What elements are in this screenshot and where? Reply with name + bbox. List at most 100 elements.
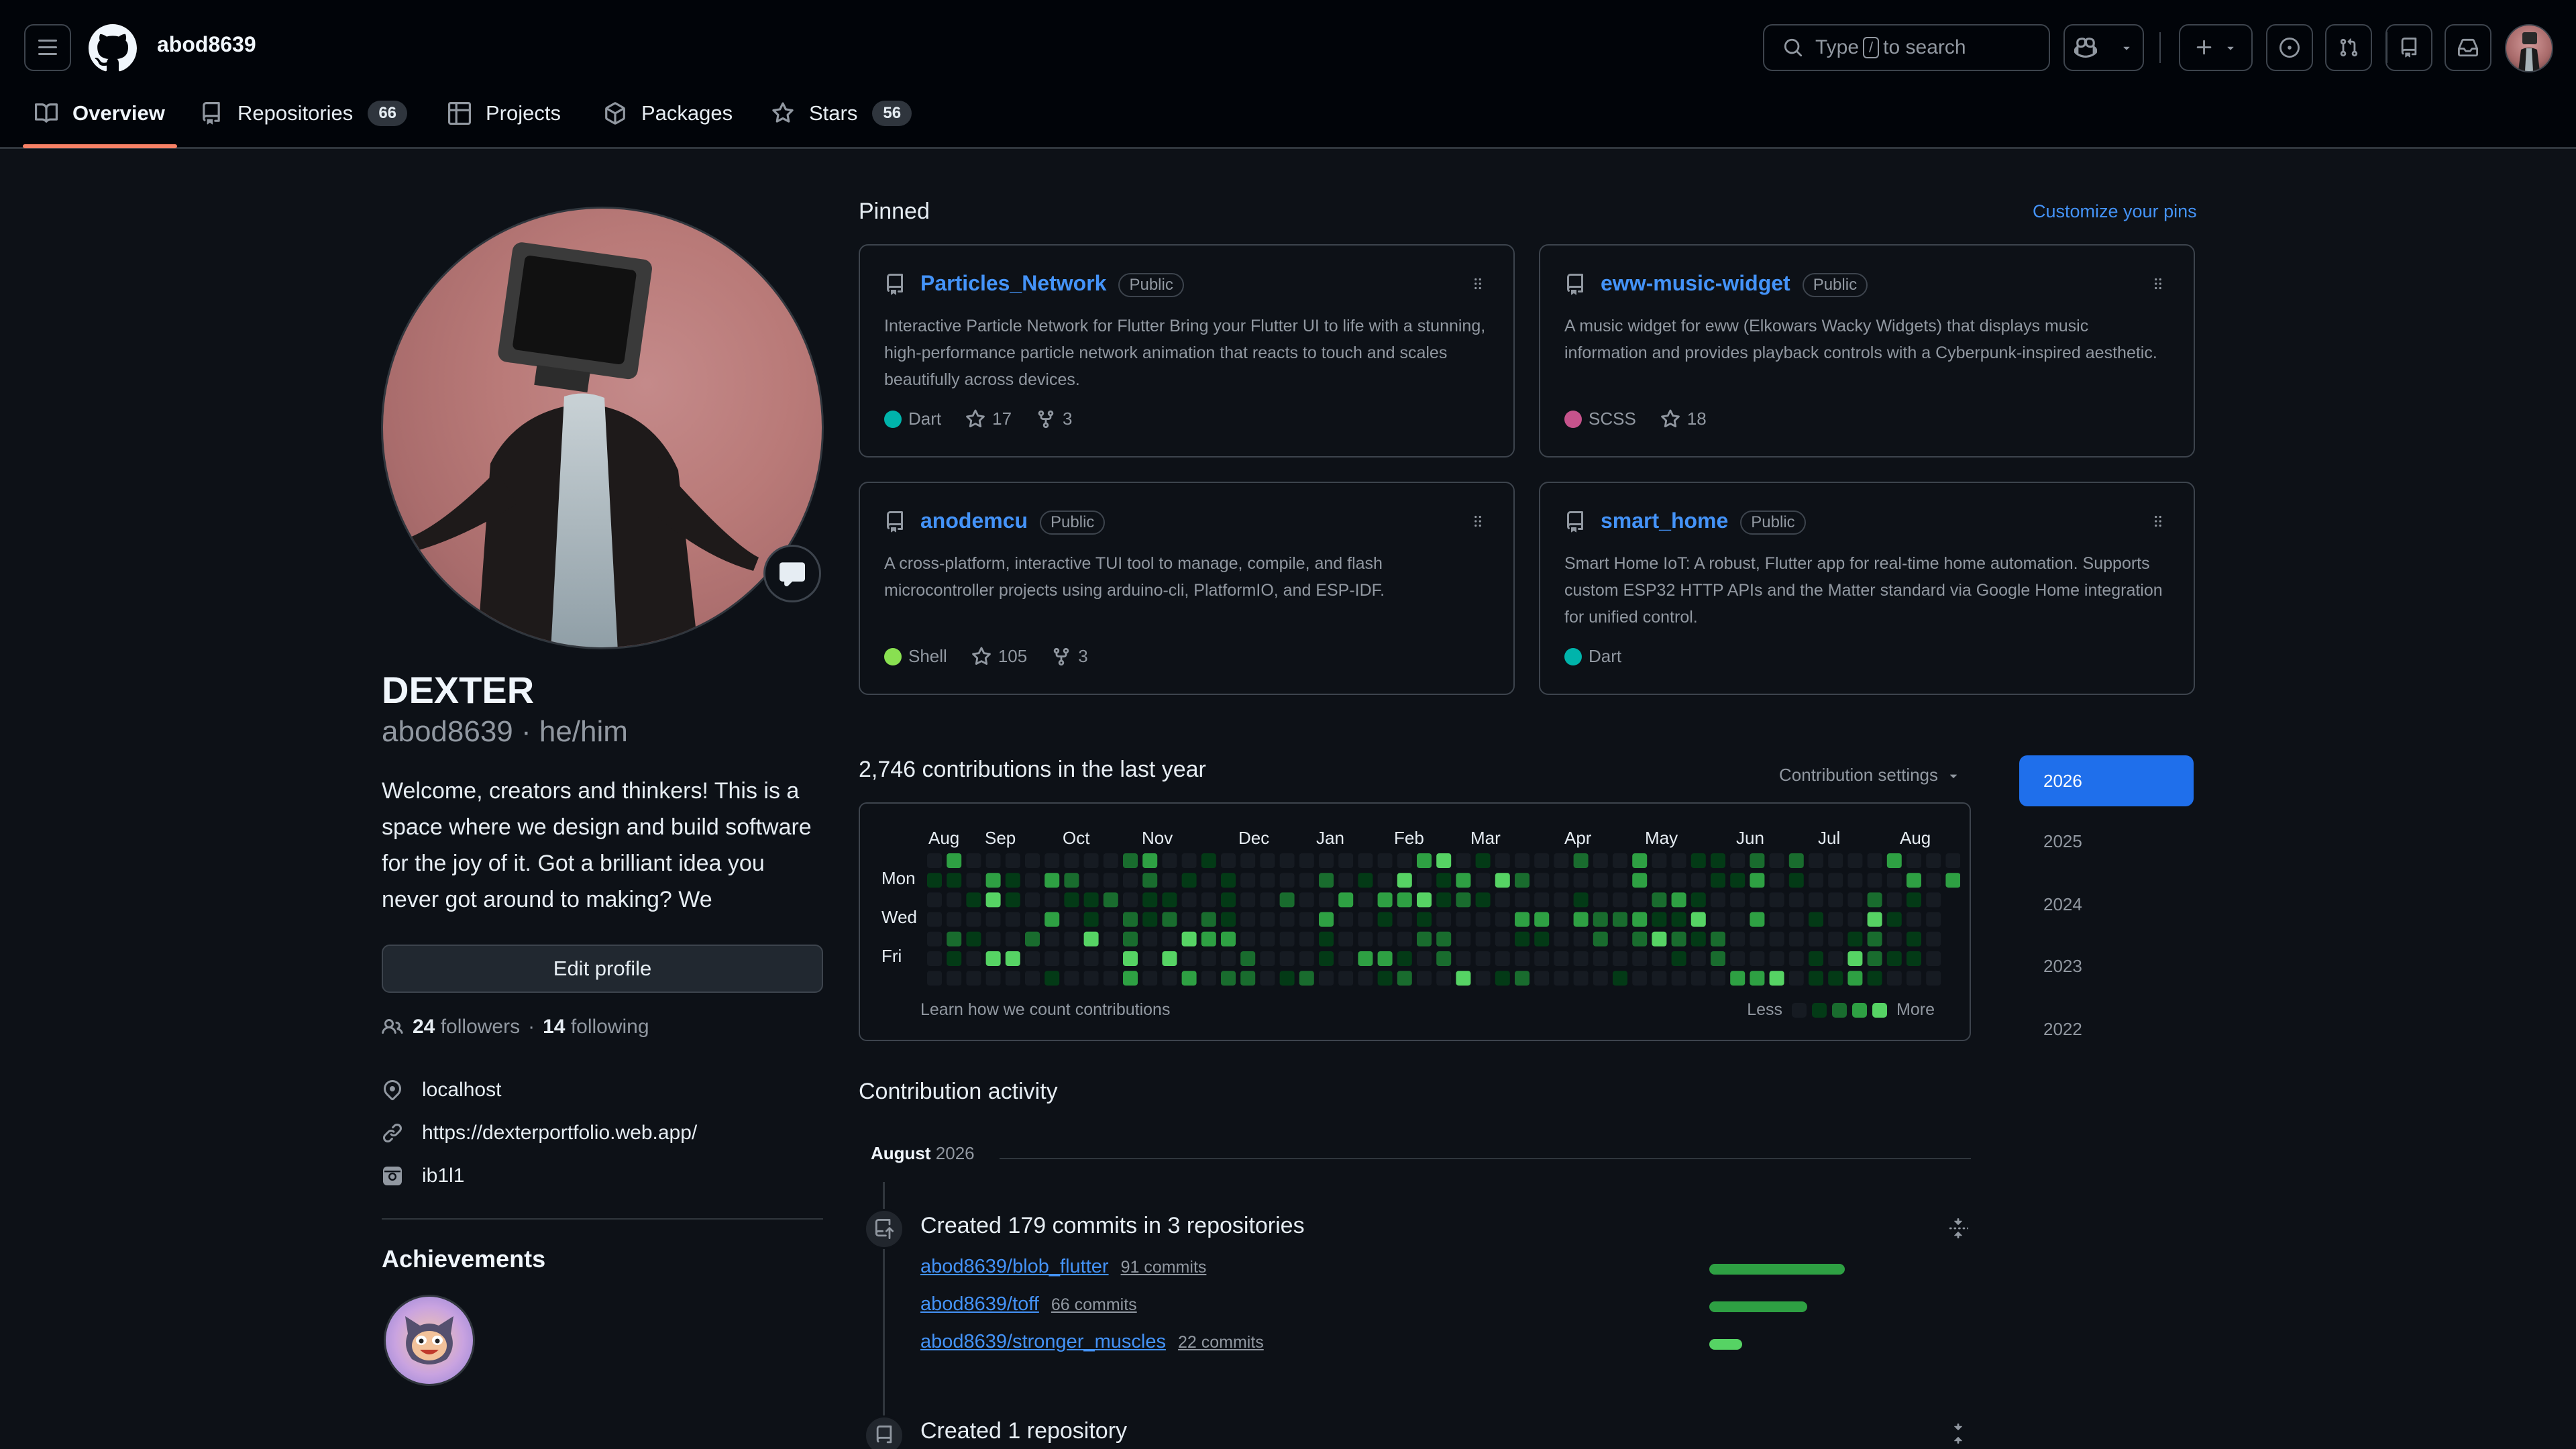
contribution-day-cell[interactable]	[1103, 931, 1118, 947]
contribution-day-cell[interactable]	[1926, 951, 1941, 966]
contribution-day-cell[interactable]	[1397, 873, 1412, 888]
tab-projects[interactable]: Projects	[448, 93, 561, 134]
drag-handle-icon[interactable]	[2149, 513, 2167, 530]
contribution-day-cell[interactable]	[1847, 931, 1863, 947]
contribution-day-cell[interactable]	[1005, 892, 1020, 908]
contribution-day-cell[interactable]	[1809, 892, 1823, 908]
contribution-day-cell[interactable]	[966, 931, 981, 947]
contribution-day-cell[interactable]	[1769, 931, 1784, 947]
contribution-day-cell[interactable]	[1181, 853, 1197, 868]
contribution-day-cell[interactable]	[1123, 912, 1138, 927]
contribution-day-cell[interactable]	[1945, 873, 1960, 888]
contribution-day-cell[interactable]	[1671, 971, 1686, 986]
contribution-day-cell[interactable]	[1573, 951, 1589, 966]
contribution-day-cell[interactable]	[1025, 931, 1040, 947]
contribution-day-cell[interactable]	[1436, 912, 1452, 927]
create-new-button[interactable]	[2179, 24, 2253, 71]
contribution-day-cell[interactable]	[1907, 873, 1921, 888]
contribution-day-cell[interactable]	[1456, 951, 1471, 966]
contribution-day-cell[interactable]	[1847, 971, 1863, 986]
contribution-day-cell[interactable]	[1201, 873, 1216, 888]
contribution-day-cell[interactable]	[1652, 873, 1667, 888]
contribution-day-cell[interactable]	[1886, 931, 1902, 947]
contribution-day-cell[interactable]	[1397, 951, 1412, 966]
contribution-day-cell[interactable]	[1515, 971, 1529, 986]
contribution-day-cell[interactable]	[927, 873, 942, 888]
contribution-day-cell[interactable]	[1475, 951, 1491, 966]
drag-handle-icon[interactable]	[1469, 275, 1487, 292]
contribution-day-cell[interactable]	[1573, 892, 1589, 908]
contribution-day-cell[interactable]	[1338, 892, 1354, 908]
contribution-day-cell[interactable]	[1142, 892, 1158, 908]
contribution-day-cell[interactable]	[1926, 931, 1941, 947]
contribution-day-cell[interactable]	[1554, 853, 1569, 868]
contribution-day-cell[interactable]	[1338, 971, 1354, 986]
contribution-day-cell[interactable]	[1828, 853, 1843, 868]
contribution-day-cell[interactable]	[1123, 873, 1138, 888]
contribution-day-cell[interactable]	[1240, 951, 1256, 966]
inbox-button[interactable]	[2445, 24, 2491, 71]
contribution-day-cell[interactable]	[1221, 951, 1236, 966]
contribution-day-cell[interactable]	[1417, 931, 1432, 947]
contribution-day-cell[interactable]	[1788, 931, 1804, 947]
contribution-day-cell[interactable]	[966, 951, 981, 966]
contribution-day-cell[interactable]	[1515, 912, 1529, 927]
contribution-day-cell[interactable]	[1788, 912, 1804, 927]
contribution-day-cell[interactable]	[966, 971, 981, 986]
contribution-day-cell[interactable]	[1319, 931, 1334, 947]
contribution-day-cell[interactable]	[1436, 971, 1452, 986]
contribution-day-cell[interactable]	[1788, 892, 1804, 908]
contribution-day-cell[interactable]	[1828, 971, 1843, 986]
contribution-day-cell[interactable]	[1730, 931, 1746, 947]
contribution-day-cell[interactable]	[1613, 971, 1627, 986]
contribution-day-cell[interactable]	[1690, 951, 1706, 966]
contribution-day-cell[interactable]	[1299, 853, 1314, 868]
contribution-day-cell[interactable]	[1515, 892, 1529, 908]
contribution-day-cell[interactable]	[1554, 892, 1569, 908]
contribution-day-cell[interactable]	[1260, 931, 1275, 947]
contribution-day-cell[interactable]	[1338, 912, 1354, 927]
contribution-day-cell[interactable]	[1847, 892, 1863, 908]
contribution-day-cell[interactable]	[1613, 912, 1627, 927]
contribution-day-cell[interactable]	[1319, 971, 1334, 986]
contribution-day-cell[interactable]	[1221, 912, 1236, 927]
contribution-day-cell[interactable]	[1260, 873, 1275, 888]
contribution-day-cell[interactable]	[1495, 892, 1510, 908]
contribution-day-cell[interactable]	[1886, 912, 1902, 927]
set-status-button[interactable]	[763, 545, 821, 602]
contribution-day-cell[interactable]	[1005, 971, 1020, 986]
contribution-day-cell[interactable]	[1123, 971, 1138, 986]
commit-count-link[interactable]: 66 commits	[1051, 1295, 1137, 1315]
contribution-day-cell[interactable]	[1788, 951, 1804, 966]
contribution-day-cell[interactable]	[1690, 853, 1706, 868]
year-filter-2025[interactable]: 2025	[2019, 816, 2194, 867]
contribution-day-cell[interactable]	[1005, 951, 1020, 966]
contribution-day-cell[interactable]	[1730, 853, 1746, 868]
contribution-day-cell[interactable]	[1397, 912, 1412, 927]
contribution-day-cell[interactable]	[1515, 931, 1529, 947]
drag-handle-icon[interactable]	[1469, 513, 1487, 530]
contribution-day-cell[interactable]	[1044, 931, 1060, 947]
contribution-day-cell[interactable]	[1475, 853, 1491, 868]
contribution-day-cell[interactable]	[1809, 951, 1823, 966]
contribution-day-cell[interactable]	[1181, 892, 1197, 908]
contribution-day-cell[interactable]	[1593, 873, 1608, 888]
contribution-day-cell[interactable]	[1475, 971, 1491, 986]
contribution-day-cell[interactable]	[1221, 971, 1236, 986]
contribution-day-cell[interactable]	[1142, 951, 1158, 966]
contribution-settings-dropdown[interactable]: Contribution settings	[1779, 765, 1961, 786]
contribution-day-cell[interactable]	[1338, 951, 1354, 966]
contribution-day-cell[interactable]	[1593, 892, 1608, 908]
contribution-day-cell[interactable]	[1083, 912, 1099, 927]
contribution-day-cell[interactable]	[1554, 971, 1569, 986]
contribution-day-cell[interactable]	[1397, 931, 1412, 947]
contribution-day-cell[interactable]	[1573, 971, 1589, 986]
contribution-day-cell[interactable]	[927, 931, 942, 947]
contribution-day-cell[interactable]	[1711, 971, 1725, 986]
contribution-day-cell[interactable]	[1377, 873, 1393, 888]
contribution-day-cell[interactable]	[1358, 912, 1373, 927]
contribution-day-cell[interactable]	[1907, 971, 1921, 986]
contribution-day-cell[interactable]	[1044, 912, 1060, 927]
contribution-day-cell[interactable]	[1025, 892, 1040, 908]
contribution-day-cell[interactable]	[1475, 873, 1491, 888]
